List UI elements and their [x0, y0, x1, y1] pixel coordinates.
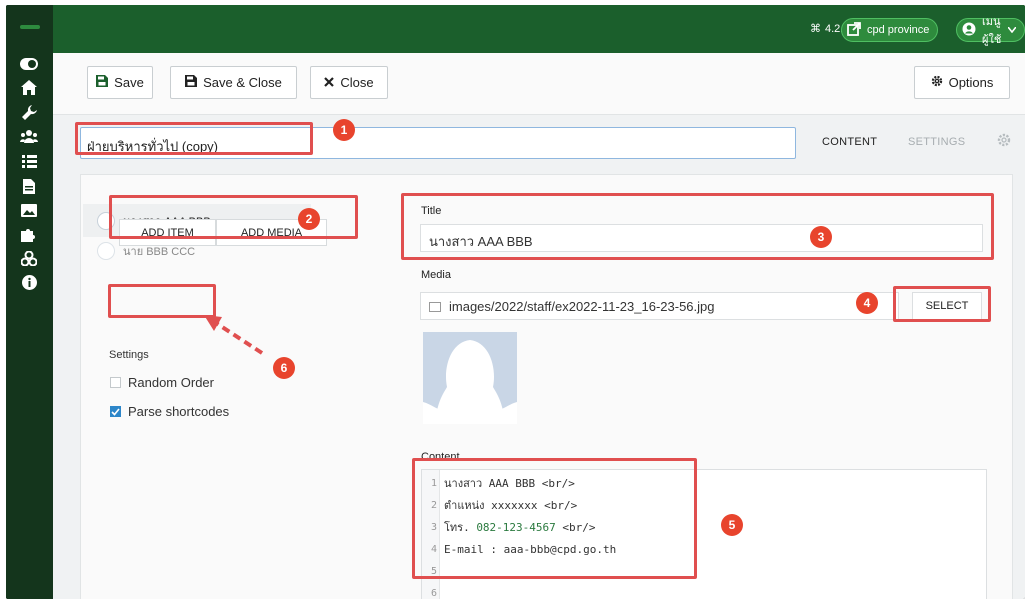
external-link-icon	[847, 21, 861, 39]
media-path-text: images/2022/staff/ex2022-11-23_16-23-56.…	[449, 299, 715, 314]
save-close-button-label: Save & Close	[203, 75, 282, 90]
close-icon	[324, 76, 335, 90]
line-number: 5	[430, 565, 437, 577]
editor-line: 1 นางสาว AAA BBB <br/>	[422, 472, 575, 494]
joomla-icon: ⌘	[810, 23, 821, 35]
user-menu-label: เมนูผู้ใช้	[982, 16, 1002, 46]
annotation-badge: 5	[721, 514, 743, 536]
tab-content[interactable]: CONTENT	[822, 136, 877, 148]
save-icon	[185, 75, 198, 90]
checkmark-icon	[110, 406, 121, 417]
line-text: E-mail : aaa-bbb@cpd.go.th	[444, 542, 617, 556]
random-order-checkbox[interactable]: Random Order	[110, 375, 214, 390]
save-button-label: Save	[114, 75, 144, 90]
image-icon[interactable]	[16, 199, 42, 221]
save-button[interactable]: Save	[87, 66, 153, 99]
editor-line: 2 ตำแหน่ง xxxxxxx <br/>	[422, 494, 577, 516]
cubes-icon[interactable]	[16, 247, 42, 269]
logo[interactable]	[15, 25, 45, 31]
annotation-badge: 3	[810, 226, 832, 248]
editor-line: 6	[422, 582, 444, 599]
home-icon[interactable]	[16, 76, 42, 98]
save-close-button[interactable]: Save & Close	[170, 66, 297, 99]
options-button-label: Options	[948, 75, 994, 90]
line-number: 2	[430, 499, 437, 511]
gear-icon	[931, 75, 943, 90]
puzzle-icon[interactable]	[16, 223, 42, 245]
random-order-label: Random Order	[128, 375, 214, 390]
line-number: 4	[430, 543, 437, 555]
line-number: 6	[430, 587, 437, 599]
main-content: Save Save & Close Close Options ฝ่ายบริห…	[53, 53, 1025, 599]
sidebar	[6, 5, 53, 599]
save-icon	[96, 75, 109, 90]
annotation-badge: 1	[333, 119, 355, 141]
settings-gear-icon[interactable]	[997, 133, 1011, 150]
site-link-pill[interactable]: cpd province	[841, 18, 939, 42]
checkbox-box	[110, 377, 121, 388]
tab-settings[interactable]: SETTINGS	[908, 136, 965, 148]
parse-shortcodes-checkbox[interactable]: Parse shortcodes	[110, 404, 229, 419]
list-icon[interactable]	[16, 150, 42, 172]
line-number: 3	[430, 521, 437, 533]
item-thumbnail	[97, 242, 115, 260]
module-title-input[interactable]: ฝ่ายบริหารทั่วไป (copy)	[80, 127, 796, 159]
line-text: นางสาว AAA BBB <br/>	[444, 477, 575, 490]
topbar: ⌘ 4.2.5 cpd province เมนูผู้ใช้	[53, 5, 1025, 53]
editor-line: 5	[422, 560, 444, 582]
media-path-input[interactable]: images/2022/staff/ex2022-11-23_16-23-56.…	[420, 292, 899, 320]
media-preview-image	[423, 332, 519, 424]
image-file-icon	[429, 302, 441, 312]
media-label: Media	[421, 269, 451, 281]
add-item-button[interactable]: ADD ITEM	[119, 219, 216, 246]
content-code-editor[interactable]: 1 นางสาว AAA BBB <br/> 2 ตำแหน่ง xxxxxxx…	[421, 469, 987, 599]
line-text: โทร. 082-123-4567 <br/>	[440, 518, 596, 536]
file-icon[interactable]	[16, 175, 42, 197]
phone-number: 082-123-4567	[476, 521, 556, 534]
annotation-badge: 4	[856, 292, 878, 314]
annotation-badge: 2	[298, 208, 320, 230]
line-number: 1	[430, 477, 437, 489]
line-text: ตำแหน่ง xxxxxxx <br/>	[444, 499, 578, 512]
title-label: Title	[421, 205, 442, 217]
chevron-down-icon	[1007, 24, 1017, 36]
editor-line: 3 โทร. 082-123-4567 <br/>	[422, 516, 596, 538]
wrench-icon[interactable]	[16, 101, 42, 123]
settings-heading: Settings	[109, 349, 149, 361]
site-link-label: cpd province	[867, 24, 930, 36]
line-text-suffix: <br/>	[555, 521, 596, 534]
content-label: Content	[421, 451, 460, 463]
item-thumbnail	[97, 211, 115, 230]
select-media-button[interactable]: SELECT	[912, 292, 982, 320]
toolbar: Save Save & Close Close Options	[53, 53, 1025, 115]
annotation-arrow-icon	[204, 315, 264, 355]
toggle-menu-icon[interactable]	[16, 53, 42, 75]
line-text-prefix: โทร.	[444, 521, 477, 534]
options-button[interactable]: Options	[914, 66, 1010, 99]
close-button-label: Close	[340, 75, 374, 90]
editor-line: 4 E-mail : aaa-bbb@cpd.go.th	[422, 538, 616, 560]
info-icon[interactable]	[16, 271, 42, 293]
item-title-input[interactable]: นางสาว AAA BBB	[420, 224, 983, 252]
user-circle-icon	[962, 22, 976, 39]
user-menu-pill[interactable]: เมนูผู้ใช้	[956, 16, 1025, 46]
users-icon[interactable]	[16, 125, 42, 147]
close-button[interactable]: Close	[310, 66, 388, 99]
parse-shortcodes-label: Parse shortcodes	[128, 404, 230, 419]
